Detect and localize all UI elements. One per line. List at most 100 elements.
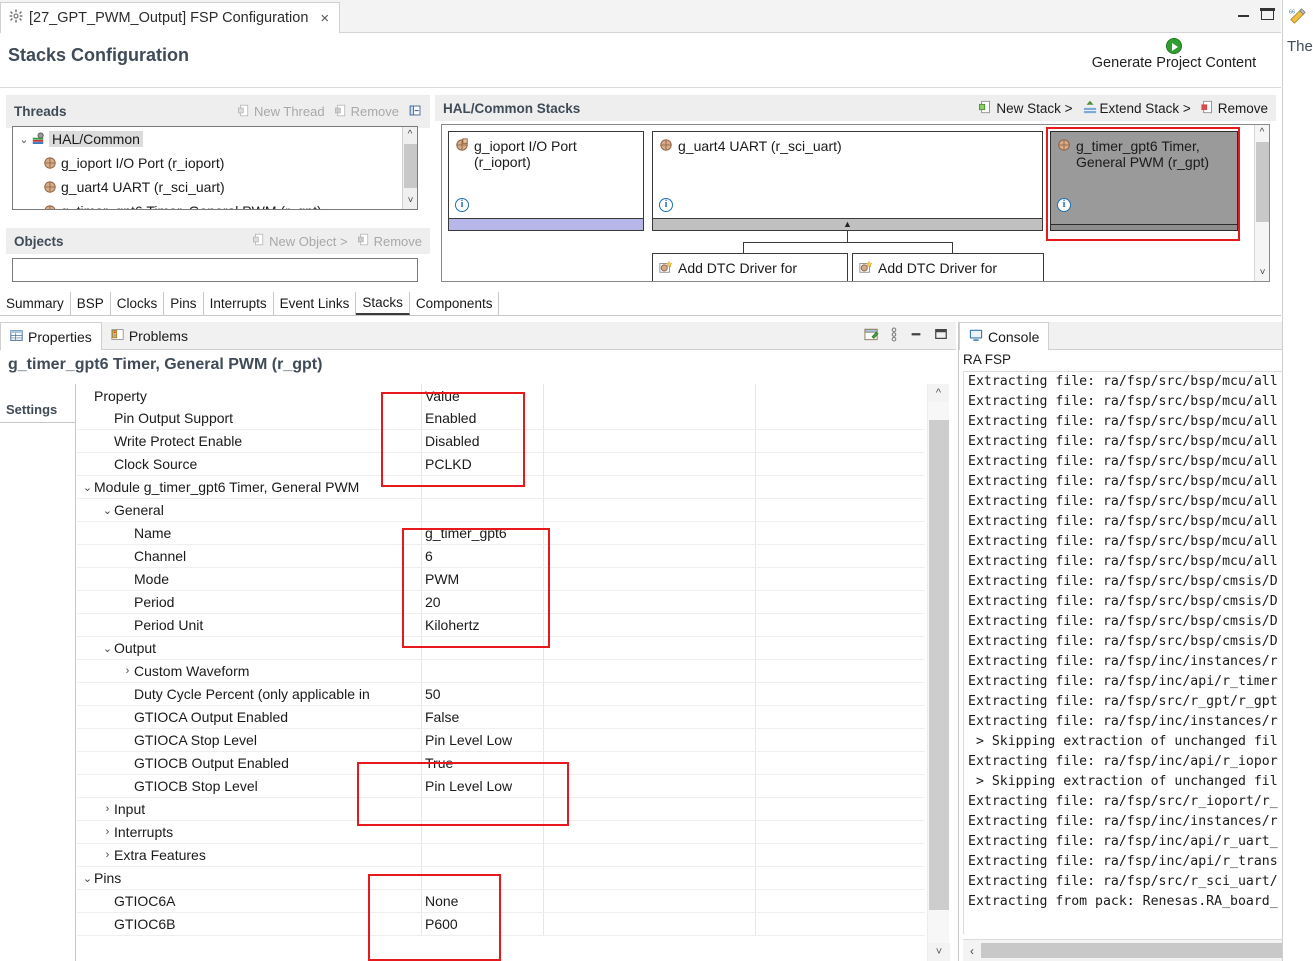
- stacks-canvas[interactable]: g_ioport I/O Port (r_ioport) i g_uart4 U…: [441, 124, 1270, 282]
- scroll-down-icon[interactable]: ˅: [928, 943, 950, 961]
- properties-tab-bar[interactable]: Properties Problems: [0, 322, 956, 350]
- tab-properties[interactable]: Properties: [0, 322, 102, 350]
- threads-tree[interactable]: ⌄ HAL/Common g_ioport I/O Port (r_ioport) g…: [12, 126, 418, 210]
- twisty-icon[interactable]: ⌄: [101, 642, 114, 655]
- property-value-cell[interactable]: False: [421, 709, 925, 725]
- property-value-cell[interactable]: Pin Level Low: [421, 778, 925, 794]
- tab-console[interactable]: Console: [959, 322, 1050, 350]
- thread-tree-item[interactable]: g_timer_gpt6 Timer, General PWM (r_gpt): [13, 199, 417, 209]
- info-icon[interactable]: i: [1057, 198, 1071, 212]
- view-menu-icon[interactable]: [890, 327, 898, 345]
- property-row[interactable]: GTIOC6B P600: [77, 913, 925, 936]
- scroll-up-icon[interactable]: ^: [403, 127, 417, 143]
- property-row[interactable]: › Interrupts: [77, 821, 925, 844]
- console-horizontal-scrollbar[interactable]: ‹: [963, 939, 1313, 961]
- thread-tree-item[interactable]: g_ioport I/O Port (r_ioport): [13, 151, 417, 175]
- properties-view-toolbar[interactable]: [864, 322, 956, 349]
- property-row[interactable]: GTIOCA Stop Level Pin Level Low: [77, 729, 925, 752]
- scroll-up-icon[interactable]: ^: [1255, 125, 1269, 141]
- property-row[interactable]: GTIOC6A None: [77, 890, 925, 913]
- property-row[interactable]: ⌄ Pins: [77, 867, 925, 890]
- twisty-icon[interactable]: ⌄: [101, 504, 114, 517]
- property-row[interactable]: GTIOCB Output Enabled True: [77, 752, 925, 775]
- property-row[interactable]: ⌄ General: [77, 499, 925, 522]
- maximize-button[interactable]: [1260, 8, 1275, 22]
- property-row[interactable]: › Input: [77, 798, 925, 821]
- twisty-icon[interactable]: ›: [121, 665, 134, 677]
- remove-object-button[interactable]: Remove: [357, 233, 422, 249]
- editor-tab-fsp-configuration[interactable]: [27_GPT_PWM_Output] FSP Configuration ×: [0, 2, 341, 33]
- close-icon[interactable]: ×: [320, 10, 329, 27]
- property-row[interactable]: GTIOCA Output Enabled False: [77, 706, 925, 729]
- thread-tree-item[interactable]: g_uart4 UART (r_sci_uart): [13, 175, 417, 199]
- twisty-icon[interactable]: ›: [101, 826, 114, 838]
- property-value-cell[interactable]: g_timer_gpt6: [421, 525, 925, 541]
- twisty-icon[interactable]: ⌄: [81, 481, 94, 494]
- new-property-sheet-icon[interactable]: [864, 327, 879, 345]
- property-row[interactable]: Clock Source PCLKD: [77, 453, 925, 476]
- info-icon[interactable]: i: [659, 198, 673, 212]
- fsp-tab-summary[interactable]: Summary: [0, 292, 71, 315]
- stack-box-timer-gpt6[interactable]: g_timer_gpt6 Timer, General PWM (r_gpt) …: [1050, 131, 1238, 231]
- fsp-tab-bsp[interactable]: BSP: [71, 292, 111, 315]
- twisty-icon[interactable]: ⌄: [81, 872, 94, 885]
- generate-project-content-button[interactable]: Generate Project Content: [1079, 38, 1269, 71]
- thread-tree-item[interactable]: ⌄ HAL/Common: [13, 127, 417, 151]
- scroll-thumb[interactable]: [404, 144, 417, 188]
- stack-box-uart4[interactable]: g_uart4 UART (r_sci_uart) i ▲: [652, 131, 1043, 231]
- fsp-configuration-tabs[interactable]: Summary BSP Clocks Pins Interrupts Event Link…: [0, 292, 1281, 316]
- property-value-cell[interactable]: PCLKD: [421, 456, 925, 472]
- fsp-tab-stacks[interactable]: Stacks: [356, 292, 410, 315]
- fsp-tab-event-links[interactable]: Event Links: [274, 292, 357, 315]
- minimize-button[interactable]: [1237, 8, 1251, 22]
- property-value-cell[interactable]: 20: [421, 594, 925, 610]
- remove-stack-button[interactable]: Remove: [1201, 100, 1268, 117]
- tab-settings[interactable]: Settings: [6, 402, 57, 417]
- property-row[interactable]: Duty Cycle Percent (only applicable in 50: [77, 683, 925, 706]
- property-row[interactable]: Write Protect Enable Disabled: [77, 430, 925, 453]
- property-row[interactable]: › Custom Waveform: [77, 660, 925, 683]
- property-row[interactable]: › Extra Features: [77, 844, 925, 867]
- properties-table-scrollbar[interactable]: ^ ˅: [927, 384, 950, 961]
- properties-table[interactable]: Property Value Pin Output Support Enabled Wr…: [77, 384, 956, 961]
- new-object-button[interactable]: New Object >: [253, 233, 348, 249]
- twisty-icon[interactable]: ›: [101, 803, 114, 815]
- scroll-down-icon[interactable]: ˅: [1255, 265, 1269, 281]
- add-dtc-driver-button-1[interactable]: Add DTC Driver for: [652, 253, 848, 281]
- property-value-cell[interactable]: Kilohertz: [421, 617, 925, 633]
- property-row[interactable]: Name g_timer_gpt6: [77, 522, 925, 545]
- edit-pencil-icon[interactable]: 66: [1289, 8, 1307, 28]
- property-table-header[interactable]: Property Value: [77, 384, 925, 407]
- property-value-cell[interactable]: PWM: [421, 571, 925, 587]
- threads-tree-scrollbar[interactable]: ^ ˅: [402, 127, 417, 209]
- property-row[interactable]: Mode PWM: [77, 568, 925, 591]
- console-output[interactable]: Extracting file: ra/fsp/src/bsp/mcu/all E…: [963, 371, 1313, 934]
- scroll-thumb[interactable]: [1256, 142, 1269, 222]
- fsp-tab-components[interactable]: Components: [410, 292, 500, 315]
- minimize-view-icon[interactable]: [909, 327, 923, 344]
- fsp-tab-clocks[interactable]: Clocks: [111, 292, 165, 315]
- property-row[interactable]: GTIOCB Stop Level Pin Level Low: [77, 775, 925, 798]
- extend-stack-button[interactable]: Extend Stack >: [1083, 100, 1191, 117]
- scroll-thumb[interactable]: [929, 420, 949, 910]
- add-dtc-driver-button-2[interactable]: Add DTC Driver for: [852, 253, 1044, 281]
- stack-box-footer[interactable]: ▲: [653, 218, 1042, 230]
- property-row[interactable]: ⌄ Module g_timer_gpt6 Timer, General PWM: [77, 476, 925, 499]
- property-value-cell[interactable]: True: [421, 755, 925, 771]
- maximize-view-icon[interactable]: [934, 327, 948, 344]
- property-value-cell[interactable]: 6: [421, 548, 925, 564]
- property-value-cell[interactable]: Value: [421, 388, 925, 404]
- fsp-tab-pins[interactable]: Pins: [164, 292, 204, 315]
- objects-list[interactable]: [12, 258, 418, 282]
- twisty-icon[interactable]: ›: [101, 849, 114, 861]
- property-value-cell[interactable]: P600: [421, 916, 925, 932]
- new-stack-button[interactable]: New Stack >: [979, 100, 1073, 117]
- new-thread-button[interactable]: New Thread: [238, 104, 325, 120]
- collapse-all-icon[interactable]: [409, 104, 422, 120]
- property-value-cell[interactable]: Pin Level Low: [421, 732, 925, 748]
- stack-box-ioport[interactable]: g_ioport I/O Port (r_ioport) i: [448, 131, 644, 231]
- property-row[interactable]: Period 20: [77, 591, 925, 614]
- property-row[interactable]: Period Unit Kilohertz: [77, 614, 925, 637]
- fsp-tab-interrupts[interactable]: Interrupts: [204, 292, 274, 315]
- scroll-up-icon[interactable]: ^: [928, 384, 949, 402]
